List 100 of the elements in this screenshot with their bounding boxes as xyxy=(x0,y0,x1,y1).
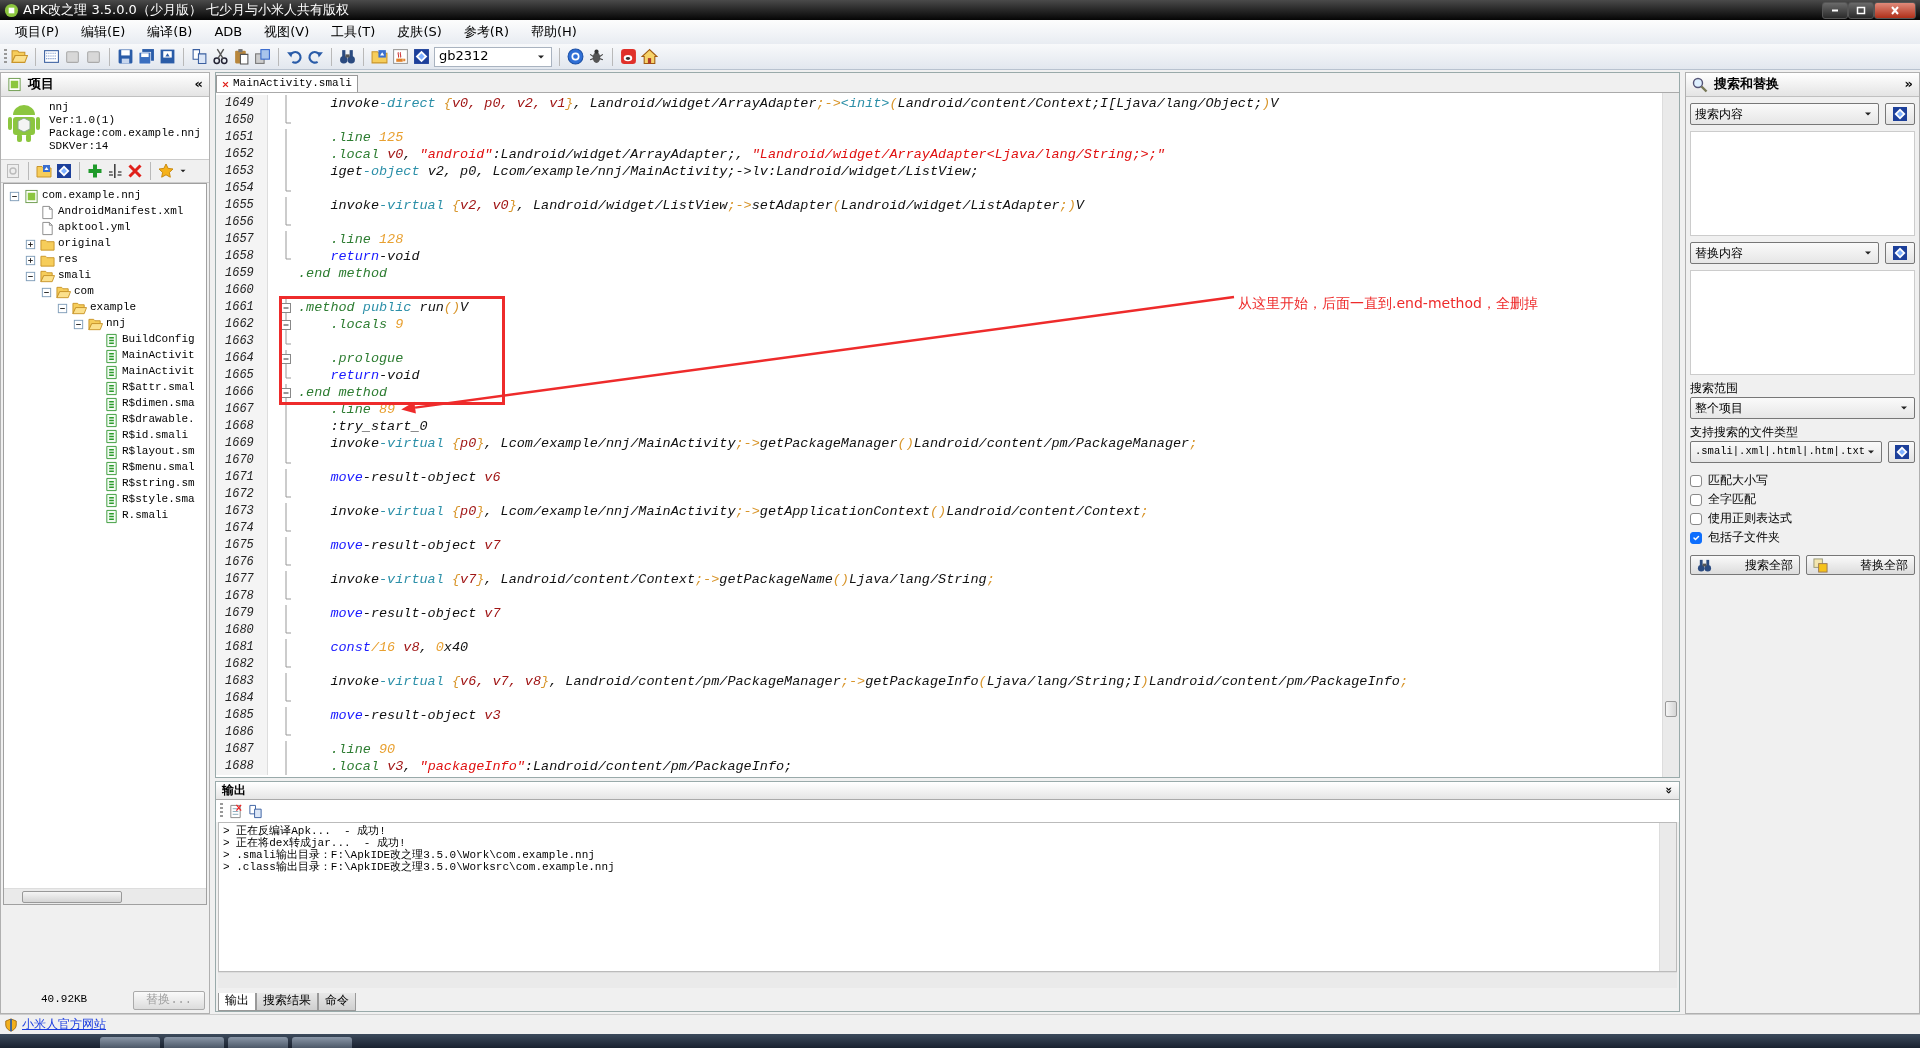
replace-field[interactable]: 替换内容 xyxy=(1690,242,1879,264)
tree-item[interactable]: R$layout.sm xyxy=(122,445,195,459)
tree-item[interactable]: apktool.yml xyxy=(58,221,131,235)
expand-icon[interactable] xyxy=(24,253,37,267)
scrollbar[interactable] xyxy=(218,972,1677,988)
tree-item[interactable]: R.smali xyxy=(122,509,169,523)
options-button[interactable] xyxy=(1888,441,1915,463)
binoculars-icon[interactable] xyxy=(339,48,356,65)
close-button[interactable] xyxy=(1874,1,1916,19)
tree-item[interactable]: original xyxy=(58,237,111,251)
rename-icon[interactable] xyxy=(107,163,123,179)
replace-all-button[interactable]: 替换全部 xyxy=(1805,555,1915,575)
tree-item[interactable]: MainActivit xyxy=(122,349,195,363)
app-icon[interactable] xyxy=(620,48,637,65)
help-icon[interactable] xyxy=(567,48,584,65)
collapse-button[interactable]: » xyxy=(1904,76,1913,93)
fold-toggle[interactable] xyxy=(281,316,291,333)
collapse-button[interactable]: « xyxy=(194,76,203,93)
tree-item[interactable]: R$style.sma xyxy=(122,493,195,507)
menu-item[interactable]: 参考(R) xyxy=(452,20,520,44)
collapse-icon[interactable] xyxy=(56,301,69,315)
maximize-button[interactable] xyxy=(1848,1,1874,19)
save-icon[interactable] xyxy=(117,48,134,65)
folder-icon xyxy=(88,316,103,332)
menu-item[interactable]: 编译(B) xyxy=(136,20,204,44)
copy-icon[interactable] xyxy=(248,803,263,819)
checkbox[interactable] xyxy=(1690,493,1702,506)
tree-item[interactable]: R$string.sm xyxy=(122,477,195,491)
export-icon[interactable] xyxy=(159,48,176,65)
folder-icon[interactable] xyxy=(371,48,388,65)
tree-item[interactable]: AndroidManifest.xml xyxy=(58,205,184,219)
checkbox[interactable] xyxy=(1690,531,1702,544)
tree-item[interactable]: MainActivit xyxy=(122,365,195,379)
search-all-button[interactable]: 搜索全部 xyxy=(1690,555,1800,575)
save-all-icon[interactable] xyxy=(138,48,155,65)
scrollbar[interactable] xyxy=(1659,823,1676,971)
cup-icon[interactable] xyxy=(392,48,409,65)
fold-toggle[interactable] xyxy=(281,384,291,401)
options-button[interactable] xyxy=(1885,103,1915,125)
diamond-icon[interactable] xyxy=(56,163,72,179)
minimize-button[interactable] xyxy=(1822,1,1848,19)
encoding-dropdown[interactable]: gb2312 xyxy=(434,46,552,67)
tree-item[interactable]: nnj xyxy=(106,317,126,331)
close-icon[interactable] xyxy=(222,80,229,88)
file-tab[interactable]: MainActivity.smali xyxy=(216,75,358,92)
diamond-icon[interactable] xyxy=(413,48,430,65)
tab[interactable]: 输出 xyxy=(218,993,256,1011)
tree-item[interactable]: BuildConfig xyxy=(122,333,195,347)
fold-toggle[interactable] xyxy=(281,350,291,367)
tree-item[interactable]: smali xyxy=(58,269,91,283)
checkbox[interactable] xyxy=(1690,512,1702,525)
file-type-dropdown[interactable]: .smali|.xml|.html|.htm|.txt xyxy=(1690,441,1883,463)
tree-item[interactable]: R$attr.smal xyxy=(122,381,195,395)
cut-icon[interactable] xyxy=(212,48,229,65)
line-number: 1651 xyxy=(216,129,268,146)
menu-item[interactable]: 工具(T) xyxy=(320,20,387,44)
options-button[interactable] xyxy=(1885,242,1915,264)
tree-item[interactable]: example xyxy=(90,301,137,315)
delete-icon[interactable] xyxy=(127,163,143,179)
expand-icon[interactable] xyxy=(24,237,37,251)
tab[interactable]: 命令 xyxy=(318,993,356,1011)
tree-item[interactable]: R$drawable. xyxy=(122,413,195,427)
checkbox[interactable] xyxy=(1690,474,1702,487)
tree-item[interactable]: com.example.nnj xyxy=(42,189,142,203)
window-icon[interactable] xyxy=(43,48,60,65)
menu-item[interactable]: 视图(V) xyxy=(253,20,321,44)
tree-item[interactable]: R$id.smali xyxy=(122,429,188,443)
folder-icon[interactable] xyxy=(36,163,52,179)
diamond-icon xyxy=(1893,444,1910,460)
tree-item[interactable]: R$dimen.sma xyxy=(122,397,195,411)
fold-toggle[interactable] xyxy=(281,299,291,316)
collapse-icon[interactable] xyxy=(24,269,37,283)
collapse-button[interactable]: » xyxy=(1661,786,1677,795)
website-link[interactable]: 小米人官方网站 xyxy=(22,1017,106,1032)
undo-icon[interactable] xyxy=(286,48,303,65)
collapse-icon[interactable] xyxy=(40,285,53,299)
tree-item[interactable]: res xyxy=(58,253,78,267)
home-icon[interactable] xyxy=(641,48,658,65)
scrollbar[interactable] xyxy=(1662,93,1679,777)
scrollbar[interactable] xyxy=(4,888,206,904)
tree-item[interactable]: R$menu.smal xyxy=(122,461,195,475)
menu-item[interactable]: ADB xyxy=(203,20,254,44)
paste-icon[interactable] xyxy=(233,48,250,65)
tab[interactable]: 搜索结果 xyxy=(256,993,318,1011)
collapse-icon[interactable] xyxy=(8,189,21,203)
copy-icon[interactable] xyxy=(191,48,208,65)
duplicate-icon[interactable] xyxy=(254,48,271,65)
menu-item[interactable]: 皮肤(S) xyxy=(386,20,453,44)
collapse-icon[interactable] xyxy=(72,317,85,331)
clear-icon[interactable] xyxy=(228,803,243,819)
menu-item[interactable]: 编辑(E) xyxy=(70,20,137,44)
scope-dropdown[interactable]: 整个项目 xyxy=(1690,397,1915,419)
menu-item[interactable]: 帮助(H) xyxy=(519,20,588,44)
tree-item[interactable]: com xyxy=(74,285,94,299)
star-icon[interactable] xyxy=(158,163,174,179)
redo-icon[interactable] xyxy=(307,48,324,65)
menu-item[interactable]: 项目(P) xyxy=(4,20,70,44)
line-number: 1672 xyxy=(216,486,268,503)
search-field[interactable]: 搜索内容 xyxy=(1690,103,1879,125)
bug-icon[interactable] xyxy=(588,48,605,65)
